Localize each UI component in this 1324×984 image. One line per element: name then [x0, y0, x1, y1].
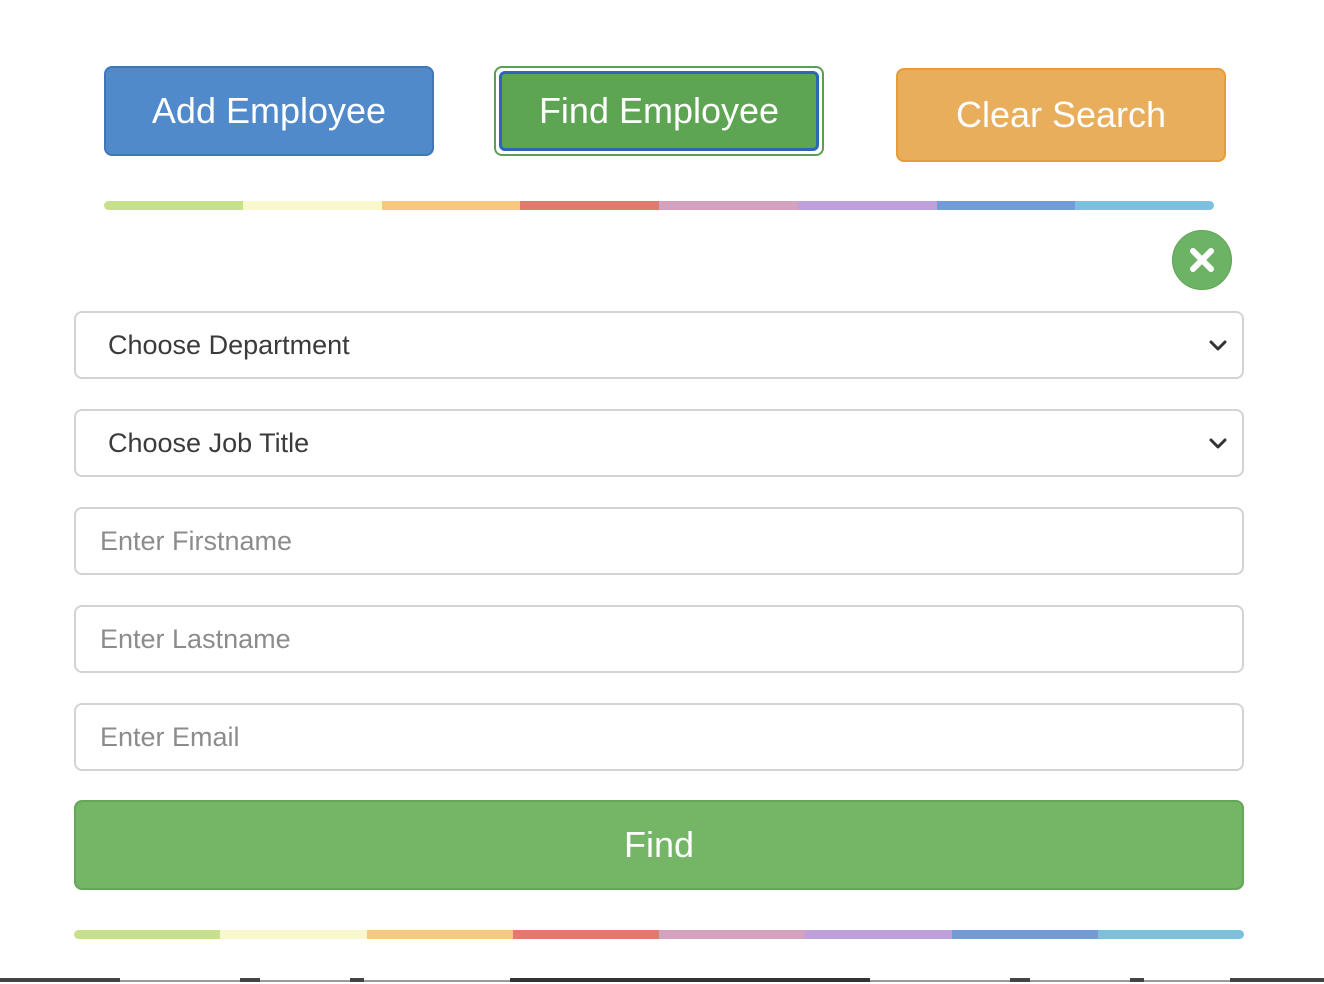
- firstname-input[interactable]: [100, 509, 1242, 573]
- chevron-down-icon: [1209, 340, 1227, 351]
- rainbow-segment: [659, 201, 798, 210]
- rainbow-segment: [512, 930, 659, 939]
- chevron-down-icon: [1209, 438, 1227, 449]
- rainbow-segment: [797, 201, 937, 210]
- rainbow-divider-top: [104, 201, 1214, 210]
- clear-search-label: Clear Search: [955, 94, 1167, 135]
- rainbow-segment: [220, 930, 367, 939]
- rainbow-segment: [805, 930, 952, 939]
- find-employee-label: Find Employee: [538, 90, 780, 131]
- rainbow-segment: [366, 930, 513, 939]
- rainbow-segment: [951, 930, 1098, 939]
- employee-search-page: Add Employee Find Employee Clear Search …: [0, 0, 1324, 984]
- rainbow-segment: [520, 201, 659, 210]
- firstname-field-wrapper: [74, 507, 1244, 575]
- find-employee-button[interactable]: Find Employee: [494, 66, 824, 156]
- rainbow-segment: [104, 201, 243, 210]
- find-button-label: Find: [623, 824, 695, 865]
- department-select[interactable]: Choose Department: [74, 311, 1244, 379]
- job-title-select[interactable]: Choose Job Title: [74, 409, 1244, 477]
- add-employee-label: Add Employee: [151, 90, 387, 131]
- job-title-select-value: Choose Job Title: [108, 427, 310, 458]
- find-employee-button-inner[interactable]: Find Employee: [499, 71, 819, 151]
- lastname-field-wrapper: [74, 605, 1244, 673]
- rainbow-segment: [1075, 201, 1214, 210]
- cut-off-content-strip: [0, 978, 1324, 982]
- rainbow-divider-bottom: [74, 930, 1244, 939]
- clear-search-button[interactable]: Clear Search: [896, 68, 1226, 162]
- email-input[interactable]: [100, 705, 1242, 769]
- rainbow-segment: [659, 930, 806, 939]
- email-field-wrapper: [74, 703, 1244, 771]
- rainbow-segment: [1097, 930, 1244, 939]
- rainbow-segment: [242, 201, 382, 210]
- close-button[interactable]: [1172, 230, 1232, 290]
- find-button[interactable]: Find: [74, 800, 1244, 890]
- rainbow-segment: [74, 930, 221, 939]
- close-x-icon: [1190, 248, 1214, 272]
- department-select-value: Choose Department: [108, 329, 350, 360]
- rainbow-segment: [936, 201, 1076, 210]
- lastname-input[interactable]: [100, 607, 1242, 671]
- add-employee-button[interactable]: Add Employee: [104, 66, 434, 156]
- rainbow-segment: [381, 201, 521, 210]
